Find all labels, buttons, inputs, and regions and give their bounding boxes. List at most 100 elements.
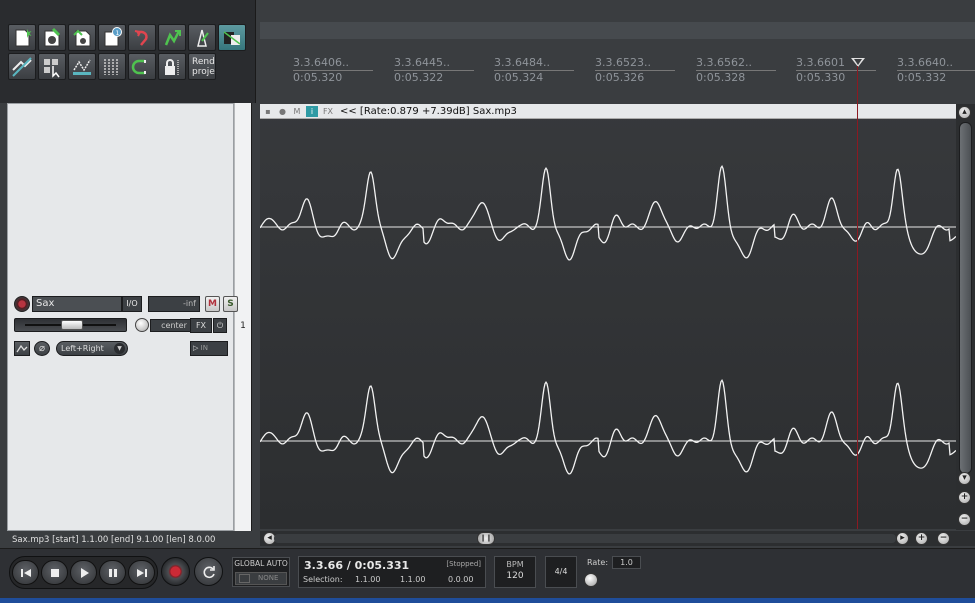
horizontal-scroll-thumb[interactable]: ❙❙	[477, 532, 495, 545]
vertical-scroll-thumb[interactable]	[959, 122, 972, 474]
fx-bypass-button[interactable]: ⏻	[213, 318, 227, 333]
selection-start[interactable]: 1.1.00	[355, 575, 380, 584]
horizontal-scrollbar[interactable]: ◂ ❙❙ ▸ + −	[260, 531, 975, 546]
ripple-edit-icon	[73, 59, 91, 75]
io-button[interactable]: I/O	[122, 296, 142, 312]
track-controls: Sax I/O -inf M S center FX ⏻ ⌀ Left+Righ…	[14, 296, 238, 358]
media-item-header[interactable]: ▪ ● M i FX << [Rate:0.879 +7.39dB] Sax.m…	[260, 104, 956, 119]
record-button[interactable]	[161, 557, 190, 586]
stop-button[interactable]	[41, 560, 68, 585]
note-icon[interactable]: ●	[277, 106, 288, 117]
bpm-value: 120	[506, 571, 524, 581]
arrange-header	[257, 0, 975, 56]
timeline-ruler[interactable]: 3.3.6406.. 0:05.320 3.3.6445.. 0:05.322 3.…	[257, 56, 975, 104]
selection-length[interactable]: 0.0.00	[448, 575, 473, 584]
time-display[interactable]: 3.3.66 / 0:05.331 [Stopped] Selection: 1…	[298, 556, 486, 588]
input-monitor-button[interactable]: ▷ IN	[190, 341, 228, 356]
playhead-marker-inner	[854, 59, 862, 65]
channel-mode-select[interactable]: Left+Right ▼	[56, 341, 128, 356]
envelope-icon	[16, 344, 28, 353]
item-info-icon[interactable]: i	[306, 106, 318, 117]
metronome-icon	[197, 29, 209, 47]
new-project-button[interactable]	[8, 24, 36, 51]
scroll-up-button[interactable]: ▴	[958, 106, 971, 119]
save-project-button[interactable]	[68, 24, 96, 51]
undo-button[interactable]	[128, 24, 156, 51]
play-button[interactable]	[70, 560, 97, 585]
lock-icon	[165, 58, 179, 75]
current-position: 3.3.66 / 0:05.331	[304, 559, 410, 572]
redo-button[interactable]	[158, 24, 186, 51]
envelope-button[interactable]	[14, 341, 30, 356]
open-project-icon	[44, 27, 61, 46]
zoom-in-vertical-button[interactable]: +	[958, 491, 971, 504]
play-small-icon: ▷	[193, 344, 199, 352]
track-name-field[interactable]: Sax	[32, 296, 122, 312]
global-automation-box[interactable]: GLOBAL AUTO NONE	[232, 557, 290, 587]
playhead-ruler-line	[857, 66, 858, 104]
volume-readout: -inf	[148, 296, 200, 312]
mute-button[interactable]: M	[205, 296, 220, 312]
repeat-button[interactable]	[194, 557, 223, 586]
bpm-box[interactable]: BPM 120	[494, 556, 536, 588]
scroll-right-button[interactable]: ▸	[896, 532, 909, 545]
envelope-points-button[interactable]	[98, 53, 126, 80]
svg-text:1: 1	[116, 30, 120, 37]
waveform-channel-right	[260, 379, 956, 475]
go-to-start-button[interactable]	[12, 560, 39, 585]
go-to-end-button[interactable]	[128, 560, 155, 585]
chevron-down-icon: ▼	[114, 343, 125, 354]
volume-fader[interactable]	[14, 318, 127, 332]
phase-invert-button[interactable]: ⌀	[34, 341, 50, 356]
zoom-out-horizontal-button[interactable]: −	[937, 532, 950, 545]
time-signature[interactable]: 4/4	[545, 556, 577, 588]
horizontal-scroll-track[interactable]	[274, 534, 896, 543]
record-arm-button[interactable]	[14, 296, 30, 312]
play-icon	[80, 567, 89, 578]
pan-knob[interactable]	[135, 318, 149, 332]
global-auto-mode[interactable]: NONE	[235, 572, 287, 585]
global-auto-label: GLOBAL AUTO	[234, 559, 288, 568]
auto-crossfade-button[interactable]	[218, 24, 246, 51]
grid-button[interactable]	[8, 53, 36, 80]
scroll-down-button[interactable]: ▾	[958, 472, 971, 485]
undo-icon	[134, 29, 148, 46]
ruler-label: 3.3.6445.. 0:05.322	[394, 56, 474, 85]
grid-icon	[12, 56, 32, 77]
vertical-scrollbar[interactable]: ▴ ▾ + −	[956, 104, 975, 530]
fx-button[interactable]: FX	[190, 318, 212, 333]
bpm-label: BPM	[506, 560, 524, 569]
channel-mode-value: Left+Right	[61, 344, 104, 353]
ripple-edit-button[interactable]	[68, 53, 96, 80]
redo-icon	[164, 29, 181, 45]
open-project-button[interactable]	[38, 24, 66, 51]
selection-end[interactable]: 1.1.00	[400, 575, 425, 584]
pause-icon	[108, 568, 117, 577]
item-fx-icon[interactable]: FX	[321, 106, 335, 117]
reaper-window: 1 Rend proje 1 Sax I/O -inf M S center F…	[0, 0, 975, 603]
zoom-out-vertical-button[interactable]: −	[958, 513, 971, 526]
lock-icon[interactable]: ▪	[263, 106, 273, 117]
solo-button[interactable]: S	[223, 296, 238, 312]
rate-value[interactable]: 1.0	[612, 556, 641, 569]
zoom-in-horizontal-button[interactable]: +	[915, 532, 928, 545]
waveform-display	[260, 165, 956, 475]
snap-button[interactable]	[38, 53, 66, 80]
input-monitor-label: IN	[200, 344, 208, 352]
waveform-channel-left	[260, 165, 956, 261]
metronome-button[interactable]	[188, 24, 216, 51]
project-settings-button[interactable]: 1	[98, 24, 126, 51]
arrange-view[interactable]: ▪ ● M i FX << [Rate:0.879 +7.39dB] Sax.m…	[260, 104, 956, 529]
render-project-button[interactable]: Rend proje	[188, 53, 216, 80]
item-mute-icon[interactable]: M	[292, 106, 302, 117]
loop-points-button[interactable]	[128, 53, 156, 80]
track-number: 1	[240, 321, 246, 331]
rate-knob[interactable]	[584, 573, 598, 587]
pause-button[interactable]	[99, 560, 126, 585]
automation-mode-icon	[239, 574, 250, 583]
phase-icon: ⌀	[38, 343, 46, 354]
fader-thumb[interactable]	[60, 320, 83, 330]
lock-button[interactable]	[158, 53, 186, 80]
marker-lane[interactable]	[260, 22, 975, 39]
new-project-icon	[15, 28, 32, 46]
